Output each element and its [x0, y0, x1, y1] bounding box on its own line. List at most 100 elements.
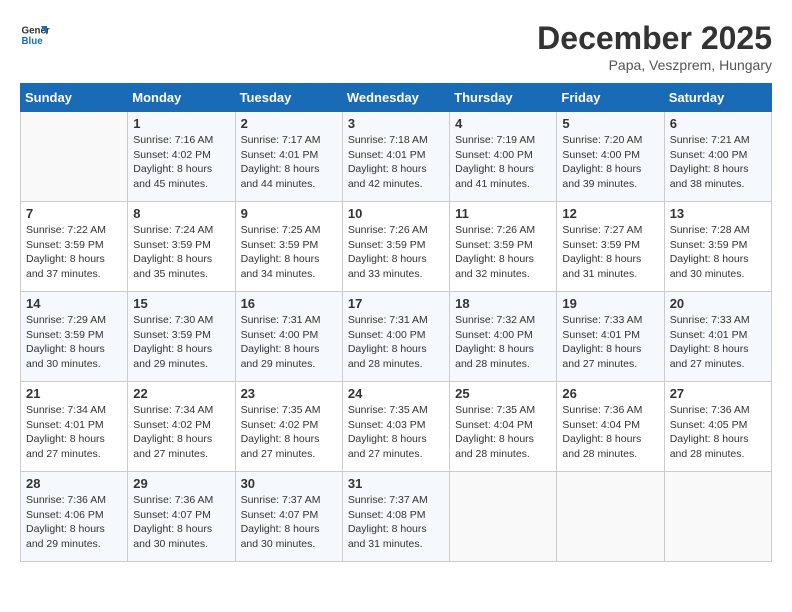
- day-number: 10: [348, 206, 444, 221]
- day-info: Sunrise: 7:36 AMSunset: 4:07 PMDaylight:…: [133, 493, 229, 552]
- day-of-week-header: Wednesday: [342, 84, 449, 112]
- day-number: 22: [133, 386, 229, 401]
- calendar-cell: 24 Sunrise: 7:35 AMSunset: 4:03 PMDayligh…: [342, 382, 449, 472]
- day-info: Sunrise: 7:21 AMSunset: 4:00 PMDaylight:…: [670, 133, 766, 192]
- day-info: Sunrise: 7:36 AMSunset: 4:04 PMDaylight:…: [562, 403, 658, 462]
- logo-icon: General Blue: [20, 20, 50, 50]
- day-number: 9: [241, 206, 337, 221]
- day-number: 14: [26, 296, 122, 311]
- day-number: 1: [133, 116, 229, 131]
- calendar-cell: 23Sunrise: 7:35 AMSunset: 4:02 PMDayligh…: [235, 382, 342, 472]
- calendar-cell: [664, 472, 771, 562]
- calendar-cell: 17 Sunrise: 7:31 AMSunset: 4:00 PMDayligh…: [342, 292, 449, 382]
- day-number: 15: [133, 296, 229, 311]
- day-of-week-header: Tuesday: [235, 84, 342, 112]
- day-info: Sunrise: 7:31 AMSunset: 4:00 PMDaylight:…: [348, 313, 444, 372]
- day-info: Sunrise: 7:30 AMSunset: 3:59 PMDaylight:…: [133, 313, 229, 372]
- calendar-cell: 4 Sunrise: 7:19 AMSunset: 4:00 PMDaylight…: [450, 112, 557, 202]
- day-number: 31: [348, 476, 444, 491]
- day-of-week-header: Saturday: [664, 84, 771, 112]
- calendar-cell: 15 Sunrise: 7:30 AMSunset: 3:59 PMDayligh…: [128, 292, 235, 382]
- calendar-cell: 20 Sunrise: 7:33 AMSunset: 4:01 PMDayligh…: [664, 292, 771, 382]
- day-info: Sunrise: 7:26 AMSunset: 3:59 PMDaylight:…: [348, 223, 444, 282]
- calendar-cell: 3Sunrise: 7:18 AMSunset: 4:01 PMDaylight…: [342, 112, 449, 202]
- page-header: General Blue December 2025 Papa, Veszpre…: [20, 20, 772, 73]
- day-number: 11: [455, 206, 551, 221]
- day-info: Sunrise: 7:34 AMSunset: 4:01 PMDaylight:…: [26, 403, 122, 462]
- day-info: Sunrise: 7:24 AMSunset: 3:59 PMDaylight:…: [133, 223, 229, 282]
- day-of-week-header: Friday: [557, 84, 664, 112]
- day-info: Sunrise: 7:29 AMSunset: 3:59 PMDaylight:…: [26, 313, 122, 372]
- day-number: 13: [670, 206, 766, 221]
- calendar-cell: [21, 112, 128, 202]
- day-of-week-header: Sunday: [21, 84, 128, 112]
- day-info: Sunrise: 7:35 AMSunset: 4:02 PMDaylight:…: [241, 403, 337, 462]
- day-info: Sunrise: 7:33 AMSunset: 4:01 PMDaylight:…: [670, 313, 766, 372]
- day-info: Sunrise: 7:36 AMSunset: 4:05 PMDaylight:…: [670, 403, 766, 462]
- calendar-cell: 30Sunrise: 7:37 AMSunset: 4:07 PMDayligh…: [235, 472, 342, 562]
- logo: General Blue: [20, 20, 50, 50]
- day-info: Sunrise: 7:35 AMSunset: 4:03 PMDaylight:…: [348, 403, 444, 462]
- day-number: 29: [133, 476, 229, 491]
- calendar-cell: 11 Sunrise: 7:26 AMSunset: 3:59 PMDayligh…: [450, 202, 557, 292]
- day-number: 20: [670, 296, 766, 311]
- calendar-cell: 9 Sunrise: 7:25 AMSunset: 3:59 PMDaylight…: [235, 202, 342, 292]
- day-number: 18: [455, 296, 551, 311]
- day-info: Sunrise: 7:35 AMSunset: 4:04 PMDaylight:…: [455, 403, 551, 462]
- day-number: 8: [133, 206, 229, 221]
- day-info: Sunrise: 7:32 AMSunset: 4:00 PMDaylight:…: [455, 313, 551, 372]
- day-number: 4: [455, 116, 551, 131]
- day-number: 28: [26, 476, 122, 491]
- day-info: Sunrise: 7:33 AMSunset: 4:01 PMDaylight:…: [562, 313, 658, 372]
- calendar-table: SundayMondayTuesdayWednesdayThursdayFrid…: [20, 83, 772, 562]
- day-number: 7: [26, 206, 122, 221]
- day-info: Sunrise: 7:34 AMSunset: 4:02 PMDaylight:…: [133, 403, 229, 462]
- calendar-cell: 22 Sunrise: 7:34 AMSunset: 4:02 PMDayligh…: [128, 382, 235, 472]
- calendar-cell: 29 Sunrise: 7:36 AMSunset: 4:07 PMDayligh…: [128, 472, 235, 562]
- day-of-week-header: Thursday: [450, 84, 557, 112]
- calendar-cell: 16Sunrise: 7:31 AMSunset: 4:00 PMDayligh…: [235, 292, 342, 382]
- day-number: 5: [562, 116, 658, 131]
- calendar-cell: 13 Sunrise: 7:28 AMSunset: 3:59 PMDayligh…: [664, 202, 771, 292]
- day-info: Sunrise: 7:25 AMSunset: 3:59 PMDaylight:…: [241, 223, 337, 282]
- day-info: Sunrise: 7:19 AMSunset: 4:00 PMDaylight:…: [455, 133, 551, 192]
- svg-text:Blue: Blue: [22, 36, 44, 47]
- day-info: Sunrise: 7:37 AMSunset: 4:08 PMDaylight:…: [348, 493, 444, 552]
- day-info: Sunrise: 7:20 AMSunset: 4:00 PMDaylight:…: [562, 133, 658, 192]
- day-info: Sunrise: 7:17 AMSunset: 4:01 PMDaylight:…: [241, 133, 337, 192]
- day-info: Sunrise: 7:28 AMSunset: 3:59 PMDaylight:…: [670, 223, 766, 282]
- day-number: 30: [241, 476, 337, 491]
- month-title: December 2025: [537, 20, 772, 57]
- day-number: 24: [348, 386, 444, 401]
- day-number: 27: [670, 386, 766, 401]
- day-info: Sunrise: 7:26 AMSunset: 3:59 PMDaylight:…: [455, 223, 551, 282]
- day-number: 26: [562, 386, 658, 401]
- calendar-cell: 14 Sunrise: 7:29 AMSunset: 3:59 PMDayligh…: [21, 292, 128, 382]
- calendar-cell: 7Sunrise: 7:22 AMSunset: 3:59 PMDaylight…: [21, 202, 128, 292]
- calendar-cell: 5 Sunrise: 7:20 AMSunset: 4:00 PMDaylight…: [557, 112, 664, 202]
- calendar-cell: [450, 472, 557, 562]
- day-number: 2: [241, 116, 337, 131]
- calendar-cell: 18 Sunrise: 7:32 AMSunset: 4:00 PMDayligh…: [450, 292, 557, 382]
- day-info: Sunrise: 7:27 AMSunset: 3:59 PMDaylight:…: [562, 223, 658, 282]
- day-of-week-header: Monday: [128, 84, 235, 112]
- calendar-cell: 8 Sunrise: 7:24 AMSunset: 3:59 PMDaylight…: [128, 202, 235, 292]
- calendar-cell: 25 Sunrise: 7:35 AMSunset: 4:04 PMDayligh…: [450, 382, 557, 472]
- calendar-cell: 26 Sunrise: 7:36 AMSunset: 4:04 PMDayligh…: [557, 382, 664, 472]
- day-info: Sunrise: 7:31 AMSunset: 4:00 PMDaylight:…: [241, 313, 337, 372]
- calendar-cell: 19 Sunrise: 7:33 AMSunset: 4:01 PMDayligh…: [557, 292, 664, 382]
- calendar-cell: 27 Sunrise: 7:36 AMSunset: 4:05 PMDayligh…: [664, 382, 771, 472]
- day-info: Sunrise: 7:36 AMSunset: 4:06 PMDaylight:…: [26, 493, 122, 552]
- day-number: 21: [26, 386, 122, 401]
- calendar-cell: 2 Sunrise: 7:17 AMSunset: 4:01 PMDaylight…: [235, 112, 342, 202]
- calendar-cell: 1Sunrise: 7:16 AMSunset: 4:02 PMDaylight…: [128, 112, 235, 202]
- day-number: 19: [562, 296, 658, 311]
- day-number: 17: [348, 296, 444, 311]
- calendar-cell: 6Sunrise: 7:21 AMSunset: 4:00 PMDaylight…: [664, 112, 771, 202]
- calendar-cell: 12Sunrise: 7:27 AMSunset: 3:59 PMDayligh…: [557, 202, 664, 292]
- title-block: December 2025 Papa, Veszprem, Hungary: [537, 20, 772, 73]
- calendar-cell: 21 Sunrise: 7:34 AMSunset: 4:01 PMDayligh…: [21, 382, 128, 472]
- location-subtitle: Papa, Veszprem, Hungary: [537, 57, 772, 73]
- day-number: 3: [348, 116, 444, 131]
- day-number: 25: [455, 386, 551, 401]
